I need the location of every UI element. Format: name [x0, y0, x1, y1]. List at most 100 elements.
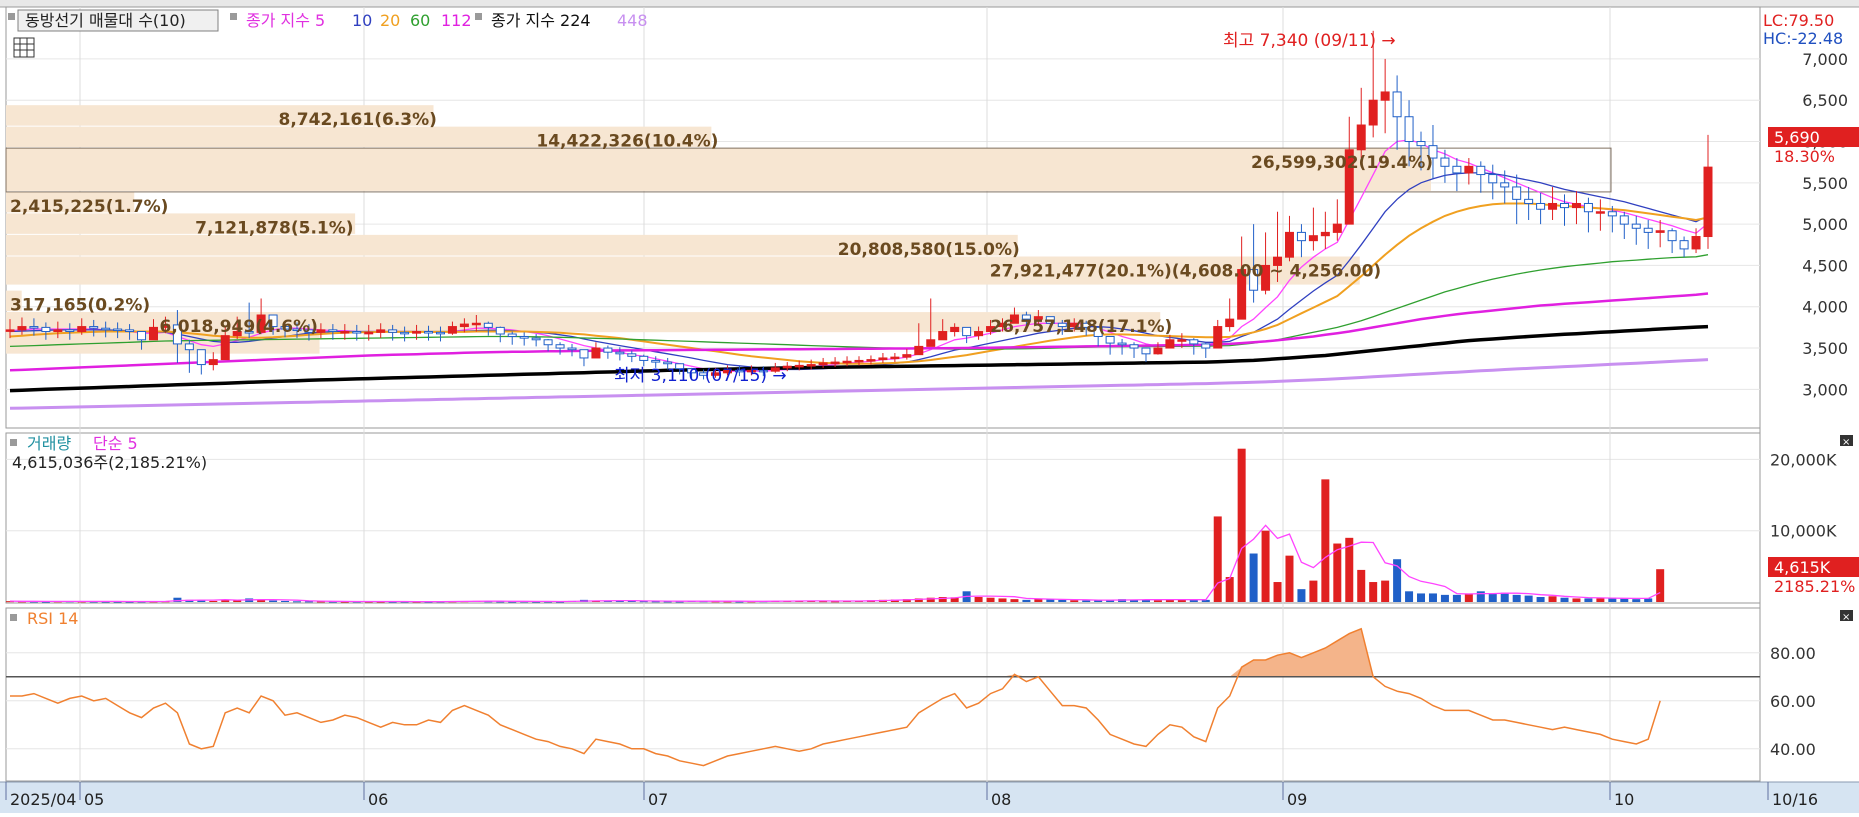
volume-profile-label: 7,121,878(5.1%): [195, 218, 353, 238]
candle-body: [1440, 157, 1450, 167]
date-tick-label: 06: [368, 790, 388, 809]
candle-body: [447, 326, 457, 334]
candle-body: [1655, 230, 1665, 233]
volume-bar: [1273, 582, 1282, 602]
candle-body: [5, 329, 15, 332]
volume-bar: [292, 601, 301, 603]
current-volume: 4,615K: [1774, 558, 1831, 577]
candle-body: [29, 326, 39, 329]
candle-body: [435, 331, 445, 335]
volume-bar: [1452, 594, 1461, 602]
volume-bar: [1428, 593, 1437, 602]
rsi-title[interactable]: RSI 14: [27, 609, 78, 628]
volume-title[interactable]: 거래량: [27, 434, 71, 453]
volume-bar: [1369, 582, 1378, 602]
ma-legend-60[interactable]: 60: [410, 11, 430, 30]
candle-body: [316, 329, 326, 333]
candle-body: [65, 329, 75, 333]
candle-body: [1105, 335, 1115, 344]
candle-body: [878, 357, 888, 361]
candle-body: [1213, 326, 1223, 349]
candle-body: [555, 344, 565, 349]
candle-body: [388, 329, 398, 333]
candle-body: [914, 345, 924, 356]
volume-bar: [1417, 593, 1426, 602]
candle-body: [794, 364, 804, 368]
volume-bar: [209, 600, 218, 602]
candle-body: [639, 355, 649, 361]
ma-legend-448[interactable]: 448: [617, 11, 648, 30]
candle-body: [1464, 165, 1474, 174]
indicator-label[interactable]: 동방선기 매물대 수(10): [25, 11, 186, 30]
volume-tick-label: 10,000K: [1770, 522, 1837, 541]
current-volume-pct: 2185.21%: [1774, 577, 1855, 596]
volume-bar: [281, 600, 290, 602]
candle-body: [208, 359, 218, 366]
candle-body: [1619, 215, 1629, 225]
volume-profile-label: 20,808,580(15.0%): [838, 240, 1020, 260]
candle-body: [459, 323, 469, 328]
candle-body: [1607, 211, 1617, 217]
ma-legend-112[interactable]: 112: [441, 11, 472, 30]
candle-body: [220, 335, 230, 361]
volume-profile-label: 27,921,477(20.1%)(4,608.00 ~ 4,256.00): [990, 262, 1381, 282]
rsi-tick-label: 40.00: [1770, 740, 1816, 759]
candle-body: [1177, 339, 1187, 342]
volume-bar: [1285, 555, 1294, 602]
svg-text:×: ×: [1842, 612, 1850, 623]
price-tick-label: 5,000: [1802, 215, 1848, 234]
candle-body: [1129, 344, 1139, 349]
candle-body: [1153, 347, 1163, 355]
volume-bar: [1572, 598, 1581, 602]
volume-bar: [1548, 596, 1557, 602]
volume-bar: [1512, 594, 1521, 602]
stock-chart[interactable]: 317,165(0.2%) 6,018,949(4.6%) 26,757,148(1…: [0, 0, 1859, 813]
candle-body: [1583, 202, 1593, 213]
candle-body: [1165, 339, 1175, 349]
ma-legend-10[interactable]: 10: [352, 11, 372, 30]
legend-marker: [8, 13, 15, 20]
volume-bar: [1333, 543, 1342, 602]
candle-body: [41, 326, 51, 333]
candle-body: [818, 362, 828, 366]
volume-bar: [1560, 597, 1569, 602]
candle-body: [543, 339, 553, 346]
candle-body: [495, 326, 505, 335]
volume-bar: [1536, 597, 1545, 602]
candle-body: [483, 322, 493, 328]
ma-legend-224[interactable]: 종가 지수 224: [491, 11, 591, 30]
volume-ma-label[interactable]: 단순 5: [93, 434, 138, 453]
volume-bar: [1321, 479, 1330, 602]
volume-bar: [1524, 595, 1533, 602]
candle-body: [1643, 227, 1653, 233]
date-tick-label: 09: [1287, 790, 1307, 809]
candle-body: [1524, 198, 1534, 204]
current-change: 18.30%: [1774, 147, 1835, 166]
chart-svg[interactable]: 317,165(0.2%) 6,018,949(4.6%) 26,757,148(1…: [0, 0, 1859, 813]
candle-body: [507, 333, 517, 337]
volume-bar: [269, 600, 278, 602]
candle-body: [1667, 230, 1677, 242]
volume-profile-label: 26,757,148(17.1%): [990, 317, 1172, 337]
volume-bar: [1225, 577, 1234, 602]
candle-body: [1488, 174, 1498, 184]
price-tick-label: 7,000: [1802, 50, 1848, 69]
volume-bar: [1357, 569, 1366, 602]
ma-legend-20[interactable]: 20: [380, 11, 400, 30]
legend-marker: [10, 614, 17, 621]
candle-body: [603, 347, 613, 353]
table-icon[interactable]: [13, 37, 35, 58]
volume-bar: [1153, 600, 1162, 602]
volume-bar: [1082, 600, 1091, 602]
volume-bar: [1440, 594, 1449, 602]
candle-body: [184, 343, 194, 351]
volume-profile-label: 26,599,302(19.4%): [1251, 153, 1433, 173]
candle-body: [1380, 91, 1390, 101]
price-tick-label: 3,000: [1802, 380, 1848, 399]
volume-bar: [1058, 599, 1067, 602]
ma-legend-5[interactable]: 종가 지수 5: [246, 11, 325, 30]
date-tick-label: 10: [1614, 790, 1634, 809]
candle-body: [1560, 202, 1570, 209]
candle-body: [890, 356, 900, 360]
candle-body: [627, 353, 637, 357]
